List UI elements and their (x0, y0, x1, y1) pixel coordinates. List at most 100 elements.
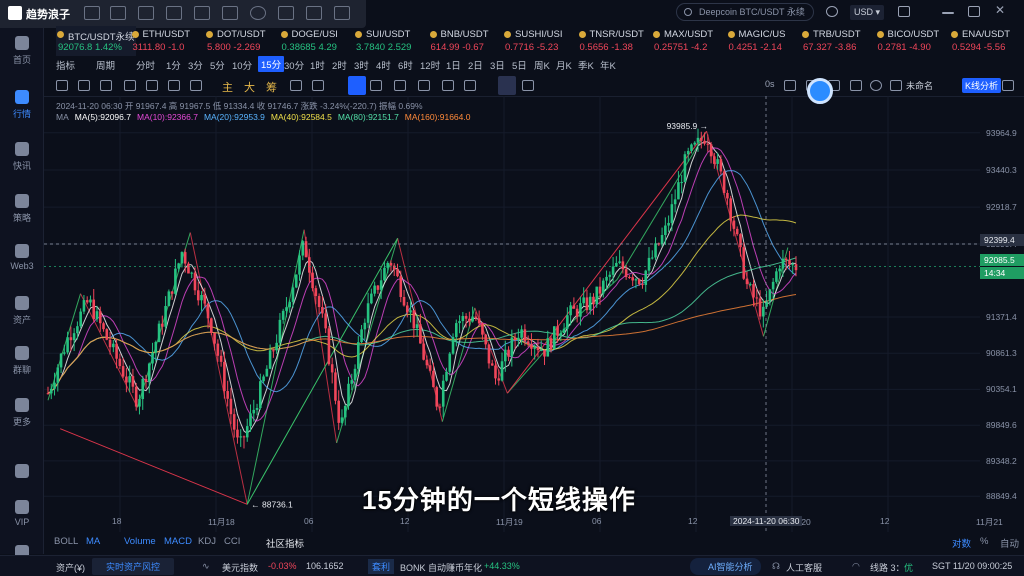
rectangle-icon[interactable] (194, 6, 210, 20)
arbitrage-text[interactable]: BONK 自动赚币年化 (400, 561, 482, 574)
pitchfork-icon[interactable] (278, 6, 294, 20)
sidebar-item-策略[interactable]: 策略 (0, 194, 44, 224)
hlines-icon[interactable] (138, 6, 154, 20)
indicator-MA[interactable]: MA (86, 536, 100, 547)
sidebar-item-首页[interactable]: 首页 (0, 36, 44, 66)
ticker-item[interactable]: BNB/USDT 614.99 -0.67 (429, 26, 509, 56)
lock-icon[interactable] (418, 80, 430, 91)
sidebar-item-行情[interactable]: 行情 (0, 90, 44, 120)
pencil-icon[interactable] (394, 80, 406, 91)
magnet-icon[interactable] (464, 80, 476, 91)
period-分时[interactable]: 分时 (136, 58, 155, 72)
bookmark-tool-active[interactable] (348, 76, 366, 95)
axis-option-1[interactable]: % (980, 536, 988, 547)
period-1时[interactable]: 1时 (310, 58, 325, 72)
axis-option-0[interactable]: 对数 (952, 536, 971, 550)
segment-tool-icon[interactable] (78, 80, 90, 91)
sidebar-item-快讯[interactable]: 快讯 (0, 142, 44, 172)
fullscreen-icon[interactable] (1002, 80, 1014, 91)
period-15分[interactable]: 15分 (258, 56, 285, 72)
indicator-KDJ[interactable]: KDJ (198, 536, 216, 547)
sidebar-item-更多[interactable]: 更多 (0, 398, 44, 428)
barcode-icon[interactable] (306, 6, 322, 20)
fib-tool-icon[interactable] (124, 80, 136, 91)
sidebar-item-phone-icon[interactable] (0, 464, 44, 481)
indicator-CCI[interactable]: CCI (224, 536, 240, 547)
kline-analysis-button[interactable]: K线分析 (962, 78, 1002, 93)
sidebar-item-Web3[interactable]: Web3 (0, 244, 44, 271)
chips-toggle[interactable]: 筹 (266, 79, 277, 95)
trash-icon[interactable] (522, 80, 534, 91)
period-2时[interactable]: 2时 (332, 58, 347, 72)
compare-icon[interactable] (290, 80, 302, 91)
channel-icon[interactable] (110, 6, 126, 20)
risk-control-button[interactable]: 实时资产风控 (92, 558, 175, 575)
more-tools-icon[interactable] (334, 6, 350, 20)
hline-tool-icon[interactable] (100, 80, 112, 91)
ellipse-icon[interactable] (250, 6, 266, 20)
period-4时[interactable]: 4时 (376, 58, 391, 72)
save-icon[interactable] (890, 80, 902, 91)
rect-tool-icon[interactable] (146, 80, 158, 91)
candlestick-chart[interactable]: 93985.9 → ← 88736.1 (44, 96, 980, 532)
cross-box-icon[interactable] (222, 6, 238, 20)
brush-tool-icon[interactable] (190, 80, 202, 91)
period-10分[interactable]: 10分 (232, 58, 252, 72)
ticker-item[interactable]: DOGE/USI 0.38685 4.29 (280, 26, 360, 56)
axis-option-2[interactable]: 自动 (1000, 536, 1019, 550)
period-5分[interactable]: 5分 (210, 58, 225, 72)
wave-icon[interactable] (166, 6, 182, 20)
period-12时[interactable]: 12时 (420, 58, 440, 72)
ticker-item[interactable]: BICO/USDT 0.2781 -4.90 (876, 26, 956, 56)
ticker-item[interactable]: ENA/USDT 0.5294 -5.56 (950, 26, 1024, 56)
camera-icon[interactable] (784, 80, 796, 91)
customer-service[interactable]: 人工客服 (786, 561, 822, 574)
ticker-item[interactable]: TNSR/USDT 0.5656 -1.38 (578, 26, 658, 56)
minimize-icon[interactable] (942, 12, 954, 14)
ticker-item[interactable]: TRB/USDT 67.327 -3.86 (801, 26, 881, 56)
indicator-Volume[interactable]: Volume (124, 536, 156, 547)
period-月K[interactable]: 月K (556, 58, 572, 72)
trendline-icon[interactable] (84, 6, 100, 20)
wave-tool-icon[interactable] (168, 80, 180, 91)
ticker-item[interactable]: MAGIC/US 0.4251 -2.14 (727, 26, 807, 56)
period-周K[interactable]: 周K (534, 58, 550, 72)
ticker-item[interactable]: BTC/USDT永续 92076.8 1.42% (56, 26, 136, 56)
ticker-item[interactable]: DOT/USDT 5.800 -2.269 (205, 26, 285, 56)
ticker-item[interactable]: SUI/USDT 3.7840 2.529 (354, 26, 434, 56)
ticker-item[interactable]: MAX/USDT 0.25751 -4.2 (652, 26, 732, 56)
ai-analysis-button[interactable]: AI智能分析 (690, 558, 761, 575)
period-1分[interactable]: 1分 (166, 58, 181, 72)
period-3分[interactable]: 3分 (188, 58, 203, 72)
period-季K[interactable]: 季K (578, 58, 594, 72)
period-年K[interactable]: 年K (600, 58, 616, 72)
period-6时[interactable]: 6时 (398, 58, 413, 72)
main-toggle[interactable]: 主 (222, 79, 233, 95)
period-5日[interactable]: 5日 (512, 58, 527, 72)
ticker-item[interactable]: ETH/USDT 3111.80 -1.0 (131, 26, 211, 56)
ticker-item[interactable]: SUSHI/USI 0.7716 -5.23 (503, 26, 583, 56)
ruler-icon[interactable] (370, 80, 382, 91)
period-1日[interactable]: 1日 (446, 58, 461, 72)
indicator-社区指标[interactable]: 社区指标 (266, 536, 304, 550)
layout-name[interactable]: 未命名 (906, 79, 933, 92)
bell-icon[interactable] (826, 6, 838, 17)
search-input[interactable]: Deepcoin BTC/USDT 永续 (676, 3, 814, 21)
period-3日[interactable]: 3日 (490, 58, 505, 72)
indicator-BOLL[interactable]: BOLL (54, 536, 78, 547)
period-30分[interactable]: 30分 (284, 58, 304, 72)
period-3时[interactable]: 3时 (354, 58, 369, 72)
sidebar-item-VIP[interactable]: VIP (0, 500, 44, 527)
period-周期[interactable]: 周期 (96, 58, 115, 72)
currency-select[interactable]: USD ▾ (850, 5, 884, 20)
line-label[interactable]: 线路 3： (870, 561, 905, 574)
gear-icon[interactable] (870, 80, 882, 91)
recording-bubble[interactable] (807, 78, 833, 104)
bars-icon[interactable] (850, 80, 862, 91)
sidebar-item-群聊[interactable]: 群聊 (0, 346, 44, 376)
close-icon[interactable]: ✕ (995, 3, 1007, 17)
undo-icon[interactable] (312, 80, 324, 91)
sidebar-item-资产[interactable]: 资产 (0, 296, 44, 326)
asset-label[interactable]: 资产(¥) (56, 561, 85, 574)
indicator-MACD[interactable]: MACD (164, 536, 192, 547)
